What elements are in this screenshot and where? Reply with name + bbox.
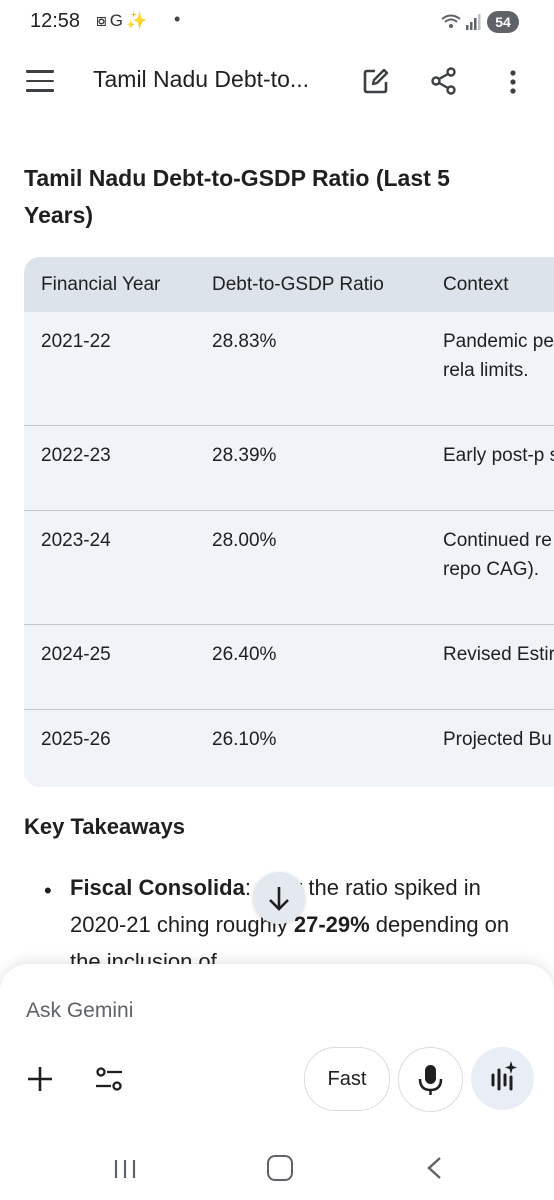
cell-ratio: 28.00% [195,510,426,625]
tools-icon[interactable] [94,1064,124,1094]
microphone-button[interactable] [398,1047,463,1112]
arrow-down-icon [269,887,289,911]
back-icon[interactable] [425,1156,443,1180]
share-icon[interactable] [430,67,458,95]
cell-ratio: 28.83% [195,312,426,426]
page-title: Tamil Nadu Debt-to... [93,66,310,92]
live-audio-icon [491,1061,517,1091]
cell-ratio: 26.40% [195,624,426,710]
takeaway-bold-lead: Fiscal Consolida [70,875,245,900]
notification-dot: • [174,9,181,29]
recent-apps-icon[interactable] [113,1158,137,1180]
cell-ratio: 26.10% [195,709,426,787]
cell-year: 2023-24 [24,510,195,625]
column-header-ratio: Debt-to-GSDP Ratio [195,257,426,312]
scroll-to-bottom-button[interactable] [253,872,305,924]
new-chat-edit-icon[interactable] [362,67,390,95]
more-options-icon[interactable] [500,68,526,96]
live-mode-button[interactable] [471,1047,534,1110]
table-row: 2021-22 28.83% Pandemic pe following rel… [24,312,554,426]
model-mode-button[interactable]: Fast [304,1047,390,1111]
ask-gemini-input[interactable] [26,996,506,1026]
data-table-container[interactable]: Financial Year Debt-to-GSDP Ratio Contex… [24,257,554,787]
cell-ratio: 28.39% [195,425,426,511]
table-row: 2023-24 28.00% Continued re (Actuals rep… [24,510,554,625]
bullet-point: • [44,878,52,903]
response-heading: Tamil Nadu Debt-to-GSDP Ratio (Last 5 Ye… [24,165,450,228]
notification-icons: ⧇G✨ [96,11,151,30]
key-takeaways-heading: Key Takeaways [24,814,186,839]
cell-context: Revised Estir (Budget 202 [426,624,554,710]
cell-context: Pandemic pe following rela limits. [426,312,554,426]
cell-year: 2025-26 [24,709,195,787]
status-time: 12:58 [30,10,81,32]
add-attachment-icon[interactable] [25,1064,55,1094]
table-header-row: Financial Year Debt-to-GSDP Ratio Contex… [24,257,554,312]
menu-icon[interactable] [26,70,54,92]
battery-icon: 54 [487,11,519,33]
takeaway-bold-range: 27-29% [293,912,370,937]
cell-context: Projected Bu Estimates. [426,709,554,787]
microphone-icon [418,1065,443,1095]
status-bar: 12:58 ⧇G✨ • 54 [0,0,554,44]
cell-context: Continued re (Actuals repo CAG). [426,510,554,625]
column-header-financial-year: Financial Year [24,257,195,312]
table-row: 2024-25 26.40% Revised Estir (Budget 202 [24,624,554,710]
home-icon[interactable] [267,1155,293,1181]
debt-ratio-table: Financial Year Debt-to-GSDP Ratio Contex… [24,257,554,787]
cell-year: 2024-25 [24,624,195,710]
cell-context: Early post-p stabilization. [426,425,554,511]
cell-year: 2021-22 [24,312,195,426]
table-row: 2022-23 28.39% Early post-p stabilizatio… [24,425,554,511]
wifi-signal-icon [441,14,481,30]
table-row: 2025-26 26.10% Projected Bu Estimates. [24,709,554,787]
column-header-context: Context [426,257,554,312]
cell-year: 2022-23 [24,425,195,511]
